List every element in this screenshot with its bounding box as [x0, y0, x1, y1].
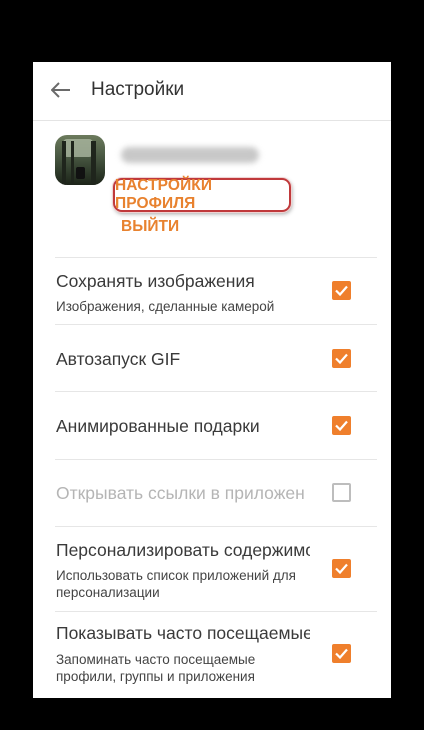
back-arrow-icon[interactable]	[50, 79, 72, 101]
setting-title: Сохранять изображения	[56, 271, 255, 291]
setting-title: Анимированные подарки	[56, 416, 260, 436]
setting-row-autoplay-gif[interactable]: Автозапуск GIF	[33, 325, 391, 391]
setting-subtitle: Использовать список приложений для персо…	[56, 568, 296, 600]
avatar[interactable]	[55, 135, 105, 185]
setting-title: Показывать часто посещаемые	[56, 623, 310, 643]
checkbox-autoplay-gif[interactable]	[332, 349, 351, 368]
logout-button[interactable]: ВЫЙТИ	[121, 218, 179, 236]
setting-subtitle: Запоминать часто посещаемые профили, гру…	[56, 652, 256, 684]
setting-row-frequent[interactable]: Показывать часто посещаемые Запоминать ч…	[33, 612, 391, 698]
profile-settings-button[interactable]: НАСТРОЙКИ ПРОФИЛЯ	[113, 177, 291, 212]
checkbox-open-links	[332, 483, 351, 502]
checkbox-personalize[interactable]	[332, 559, 351, 578]
checkbox-animated-gifts[interactable]	[332, 416, 351, 435]
settings-screen: Настройки НАСТРОЙКИ ПРОФИЛЯ ВЫЙТИ Сохран…	[33, 62, 391, 698]
setting-title: Открывать ссылки в приложен	[56, 483, 305, 503]
checkbox-frequent[interactable]	[332, 644, 351, 663]
setting-row-save-images[interactable]: Сохранять изображения Изображения, сдела…	[33, 258, 391, 324]
setting-row-animated-gifts[interactable]: Анимированные подарки	[33, 392, 391, 459]
checkbox-save-images[interactable]	[332, 281, 351, 300]
user-name-blurred	[121, 147, 259, 163]
setting-subtitle: Изображения, сделанные камерой	[56, 299, 275, 314]
setting-title: Персонализировать содержимо	[56, 540, 310, 560]
setting-row-personalize[interactable]: Персонализировать содержимо Использовать…	[33, 527, 391, 611]
setting-row-open-links: Открывать ссылки в приложен	[33, 460, 391, 526]
page-title: Настройки	[91, 79, 185, 100]
setting-title: Автозапуск GIF	[56, 349, 181, 369]
app-bar: Настройки	[33, 62, 391, 121]
profile-settings-label: НАСТРОЙКИ ПРОФИЛЯ	[115, 177, 213, 212]
